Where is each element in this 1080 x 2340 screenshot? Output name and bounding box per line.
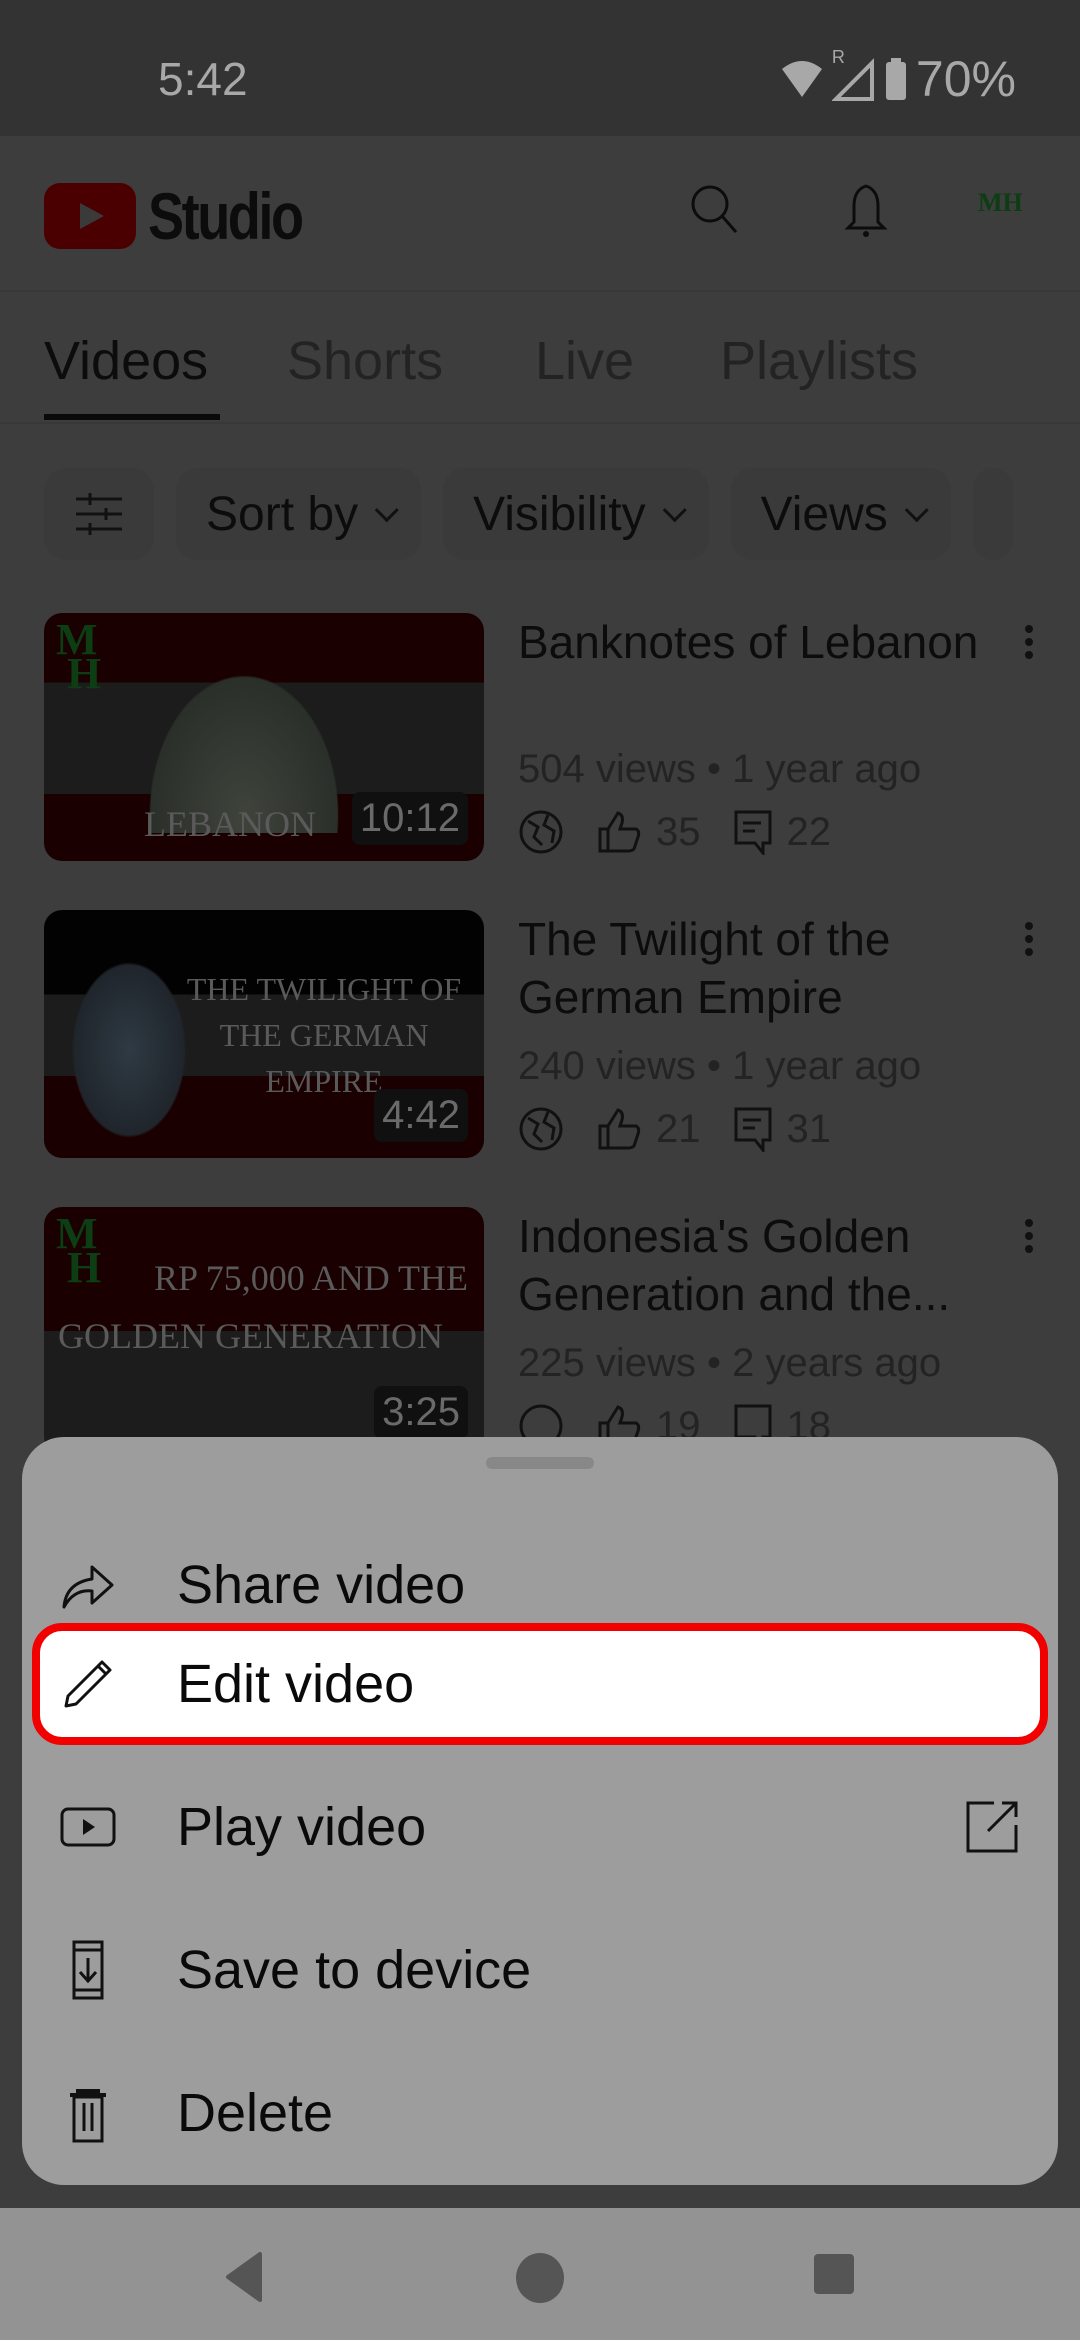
tune-sliders-icon xyxy=(76,493,122,535)
thumbnail-text: LEBANON xyxy=(144,804,316,844)
more-options-button[interactable] xyxy=(1014,918,1044,968)
video-duration: 3:25 xyxy=(374,1386,468,1439)
edit-video-option[interactable]: Edit video xyxy=(32,1623,1048,1745)
play-video-option[interactable]: Play video xyxy=(22,1766,1058,1888)
thumbs-up-icon xyxy=(598,1108,641,1150)
battery-icon xyxy=(885,58,906,100)
sheet-drag-handle[interactable] xyxy=(486,1457,594,1469)
filter-settings-button[interactable] xyxy=(44,468,154,560)
video-list-item[interactable]: M H LEBANON 10:12 Banknotes of Lebanon 5… xyxy=(44,613,1044,863)
more-options-button[interactable] xyxy=(1014,1215,1044,1265)
visibility-chip[interactable]: Visibility xyxy=(443,468,709,560)
back-button[interactable] xyxy=(220,2252,270,2302)
home-button[interactable] xyxy=(515,2252,565,2304)
content-tabs: Videos Shorts Live Playlists xyxy=(0,290,1080,424)
channel-watermark: M H xyxy=(56,615,102,698)
like-count: 21 xyxy=(656,1106,701,1151)
wifi-icon xyxy=(781,61,822,97)
video-meta: 240 views • 1 year ago xyxy=(518,1044,922,1088)
delete-option[interactable]: Delete xyxy=(22,2052,1058,2174)
notifications-bell-icon[interactable] xyxy=(836,180,896,240)
video-duration: 10:12 xyxy=(351,792,468,845)
video-title: Indonesia's Golden Generation and the... xyxy=(518,1210,951,1320)
search-icon[interactable] xyxy=(686,180,746,240)
video-thumbnail: M H LEBANON 10:12 xyxy=(44,613,484,861)
video-stats: 35 22 xyxy=(518,809,831,855)
video-title: The Twilight of the German Empire xyxy=(518,913,891,1023)
chevron-down-icon xyxy=(662,497,687,522)
video-title: Banknotes of Lebanon xyxy=(518,616,979,668)
video-meta: 225 views • 2 years ago xyxy=(518,1341,942,1385)
cell-signal-icon: R xyxy=(831,47,876,101)
recents-button[interactable] xyxy=(812,2252,856,2296)
chevron-down-icon xyxy=(904,497,929,522)
more-options-button[interactable] xyxy=(1014,621,1044,671)
sort-by-chip[interactable]: Sort by xyxy=(176,468,422,560)
like-count: 35 xyxy=(656,809,701,854)
tab-shorts[interactable]: Shorts xyxy=(287,330,443,392)
account-avatar[interactable]: MH xyxy=(978,190,1023,216)
trash-icon xyxy=(70,2089,106,2143)
video-options-sheet: Share video Edit video Play video Save t… xyxy=(22,1437,1058,2185)
youtube-studio-logo[interactable]: Studio xyxy=(44,178,335,254)
status-icons: R 70% xyxy=(780,47,1016,108)
comment-count: 31 xyxy=(786,1106,832,1151)
thumbnail-text: RP 75,000 AND THE GOLDEN GENERATION xyxy=(58,1258,469,1356)
thumbs-up-icon xyxy=(598,811,641,853)
thumbnail-text: THE TWILIGHT OF THE GERMAN EMPIRE xyxy=(186,971,462,1099)
save-to-device-option[interactable]: Save to device xyxy=(22,1909,1058,2031)
youtube-play-icon xyxy=(44,183,136,249)
open-external-icon[interactable] xyxy=(964,1799,1020,1855)
download-to-device-icon xyxy=(72,1940,104,2000)
tab-videos[interactable]: Videos xyxy=(44,330,208,392)
views-chip[interactable]: Views xyxy=(730,468,951,560)
status-time: 5:42 xyxy=(158,53,248,105)
system-navigation-bar xyxy=(0,2208,1080,2340)
battery-percent: 70% xyxy=(915,51,1016,107)
comment-icon xyxy=(734,1107,771,1152)
video-thumbnail: M H RP 75,000 AND THE GOLDEN GENERATION … xyxy=(44,1207,484,1455)
video-list-item[interactable]: THE TWILIGHT OF THE GERMAN EMPIRE 4:42 T… xyxy=(44,910,1044,1160)
video-thumbnail: THE TWILIGHT OF THE GERMAN EMPIRE 4:42 xyxy=(44,910,484,1158)
app-title: Studio xyxy=(148,179,304,253)
chevron-down-icon xyxy=(374,497,399,522)
video-meta: 504 views • 1 year ago xyxy=(518,747,922,791)
play-icon xyxy=(60,1807,116,1847)
share-icon xyxy=(62,1565,114,1609)
more-filters-chip[interactable] xyxy=(972,468,1013,560)
globe-public-icon xyxy=(519,810,563,854)
status-bar: 5:42 R 70% xyxy=(0,0,1080,136)
comment-count: 22 xyxy=(786,809,832,854)
filter-chips: Sort by Visibility Views xyxy=(44,468,1013,560)
pencil-icon xyxy=(64,1660,112,1708)
tab-playlists[interactable]: Playlists xyxy=(720,330,918,392)
comment-icon xyxy=(734,810,771,855)
video-stats: 21 31 xyxy=(518,1106,831,1152)
active-tab-indicator xyxy=(44,414,220,420)
video-duration: 4:42 xyxy=(374,1089,468,1142)
app-bar: Studio MH xyxy=(0,136,1080,292)
globe-public-icon xyxy=(519,1107,563,1151)
video-list-item[interactable]: M H RP 75,000 AND THE GOLDEN GENERATION … xyxy=(44,1207,1044,1457)
tab-live[interactable]: Live xyxy=(535,330,634,392)
